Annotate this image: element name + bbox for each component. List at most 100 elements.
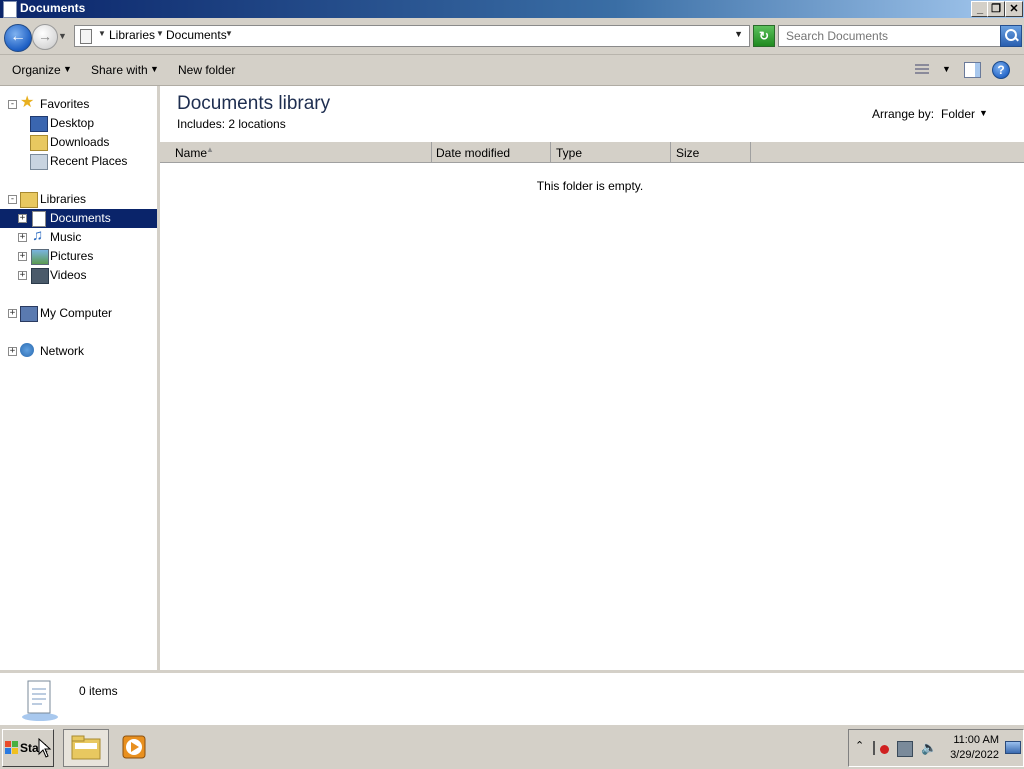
expand-icon[interactable]: + bbox=[18, 233, 27, 242]
chevron-down-icon[interactable]: ▼ bbox=[98, 29, 106, 38]
computer-icon bbox=[20, 306, 38, 322]
library-icon bbox=[80, 29, 92, 44]
views-icon[interactable] bbox=[915, 64, 929, 75]
nav-item-music[interactable]: + ♫ Music bbox=[0, 228, 157, 247]
nav-item-pictures[interactable]: + Pictures bbox=[0, 247, 157, 266]
star-icon: ★ bbox=[20, 94, 35, 111]
nav-item-network[interactable]: + Network bbox=[0, 342, 157, 361]
organize-button[interactable]: Organize bbox=[12, 63, 61, 77]
close-button[interactable]: ✕ bbox=[1005, 1, 1023, 17]
collapse-icon[interactable]: - bbox=[8, 100, 17, 109]
clock-time[interactable]: 11:00 AM bbox=[949, 734, 999, 746]
preview-pane-icon[interactable] bbox=[964, 62, 981, 78]
documents-icon bbox=[32, 211, 46, 227]
media-player-icon bbox=[122, 735, 146, 759]
music-note-icon: ♫ bbox=[32, 227, 44, 244]
column-label: Name bbox=[175, 146, 208, 160]
refresh-button[interactable]: ↻ bbox=[753, 25, 775, 47]
nav-item-documents[interactable]: + Documents bbox=[0, 209, 157, 228]
column-size[interactable]: Size bbox=[671, 142, 751, 162]
navigation-pane: - ★ Favorites Desktop Downloads Recent P… bbox=[0, 86, 160, 670]
nav-label: Downloads bbox=[50, 135, 110, 149]
nav-label: Desktop bbox=[50, 116, 95, 130]
sort-ascending-icon: ▲ bbox=[206, 145, 214, 154]
desktop-icon bbox=[30, 116, 48, 132]
volume-icon[interactable]: 🔈 bbox=[921, 741, 937, 755]
videos-icon bbox=[31, 268, 49, 284]
arrange-by-dropdown[interactable]: Folder bbox=[941, 107, 975, 121]
breadcrumb-libraries[interactable]: Libraries bbox=[109, 28, 155, 42]
nav-label: Documents bbox=[50, 211, 111, 225]
expand-icon[interactable]: + bbox=[8, 309, 17, 318]
nav-item-desktop[interactable]: Desktop bbox=[0, 114, 157, 133]
library-includes[interactable]: Includes: 2 locations bbox=[177, 117, 286, 131]
nav-item-recent-places[interactable]: Recent Places bbox=[0, 152, 157, 171]
nav-item-my-computer[interactable]: + My Computer bbox=[0, 304, 157, 323]
forward-button[interactable]: → bbox=[32, 24, 58, 50]
empty-folder-message: This folder is empty. bbox=[536, 179, 644, 193]
content-pane: Documents library Includes: 2 locations … bbox=[160, 86, 1024, 670]
help-icon[interactable]: ? bbox=[992, 61, 1010, 79]
clock-date[interactable]: 3/29/2022 bbox=[943, 749, 999, 761]
details-pane: 0 items bbox=[0, 670, 1024, 727]
column-header: Name ▲ Date modified Type Size bbox=[160, 142, 1024, 163]
show-hidden-icons-icon[interactable]: ⌃ bbox=[855, 739, 864, 752]
chevron-down-icon[interactable]: ▼ bbox=[150, 64, 159, 74]
nav-label: My Computer bbox=[40, 306, 113, 320]
library-title: Documents library bbox=[177, 93, 331, 114]
network-status-icon[interactable] bbox=[897, 741, 913, 757]
nav-item-libraries[interactable]: - Libraries bbox=[0, 190, 157, 209]
recent-places-icon bbox=[30, 154, 48, 170]
system-tray: ⌃ 🔈 11:00 AM 3/29/2022 bbox=[848, 729, 1024, 767]
search-input[interactable] bbox=[779, 26, 1000, 45]
network-icon bbox=[20, 343, 34, 357]
chevron-down-icon[interactable]: ▼ bbox=[942, 64, 951, 74]
taskbar-explorer-button[interactable] bbox=[63, 729, 109, 767]
address-history-dropdown[interactable]: ▼ bbox=[734, 29, 743, 39]
new-folder-button[interactable]: New folder bbox=[178, 63, 235, 77]
address-row: ← → ▼ ▼ Libraries ▼ Documents ▼ ▼ ↻ bbox=[0, 18, 1024, 55]
show-desktop-icon[interactable] bbox=[1005, 741, 1021, 754]
nav-item-favorites[interactable]: - ★ Favorites bbox=[0, 95, 157, 114]
share-with-button[interactable]: Share with bbox=[91, 63, 148, 77]
search-box[interactable] bbox=[778, 25, 1002, 47]
chevron-down-icon[interactable]: ▼ bbox=[979, 108, 988, 118]
nav-label: Pictures bbox=[50, 249, 94, 263]
nav-label: Libraries bbox=[40, 192, 87, 206]
nav-label: Recent Places bbox=[50, 154, 128, 168]
restore-button[interactable]: ❐ bbox=[987, 1, 1005, 17]
documents-library-icon bbox=[22, 680, 58, 721]
taskbar-media-player-button[interactable] bbox=[115, 729, 159, 765]
nav-item-videos[interactable]: + Videos bbox=[0, 266, 157, 285]
collapse-icon[interactable]: - bbox=[8, 195, 17, 204]
nav-label: Videos bbox=[50, 268, 87, 282]
column-name[interactable]: Name ▲ bbox=[160, 142, 432, 162]
expand-icon[interactable]: + bbox=[18, 271, 27, 280]
breadcrumb-documents[interactable]: Documents bbox=[166, 28, 227, 42]
chevron-down-icon[interactable]: ▼ bbox=[225, 29, 233, 38]
libraries-folder-icon bbox=[20, 192, 38, 208]
expand-icon[interactable]: + bbox=[18, 214, 27, 223]
column-type[interactable]: Type bbox=[551, 142, 671, 162]
chevron-down-icon[interactable]: ▼ bbox=[63, 64, 72, 74]
item-count: 0 items bbox=[79, 684, 118, 698]
window-title: Documents bbox=[20, 1, 86, 15]
column-label: Size bbox=[676, 146, 700, 160]
recent-pages-dropdown[interactable]: ▼ bbox=[58, 31, 67, 41]
search-button[interactable] bbox=[1000, 25, 1022, 47]
title-bar[interactable]: Documents _ ❐ ✕ bbox=[0, 0, 1024, 18]
downloads-folder-icon bbox=[30, 135, 48, 151]
expand-icon[interactable]: + bbox=[18, 252, 27, 261]
back-button[interactable]: ← bbox=[4, 24, 32, 52]
chevron-down-icon[interactable]: ▼ bbox=[156, 29, 164, 38]
taskbar: Start ⌃ 🔈 11:00 AM 3/29/2022 bbox=[0, 724, 1024, 769]
column-label: Date modified bbox=[436, 146, 511, 160]
folder-icon bbox=[71, 735, 101, 760]
address-bar[interactable]: ▼ Libraries ▼ Documents ▼ ▼ bbox=[74, 25, 750, 47]
action-center-flag-icon[interactable] bbox=[873, 741, 889, 755]
windows-logo-icon bbox=[5, 741, 19, 755]
command-bar: Organize ▼ Share with ▼ New folder ▼ ? bbox=[0, 55, 1024, 86]
nav-item-downloads[interactable]: Downloads bbox=[0, 133, 157, 152]
column-date-modified[interactable]: Date modified bbox=[431, 142, 551, 162]
expand-icon[interactable]: + bbox=[8, 347, 17, 356]
